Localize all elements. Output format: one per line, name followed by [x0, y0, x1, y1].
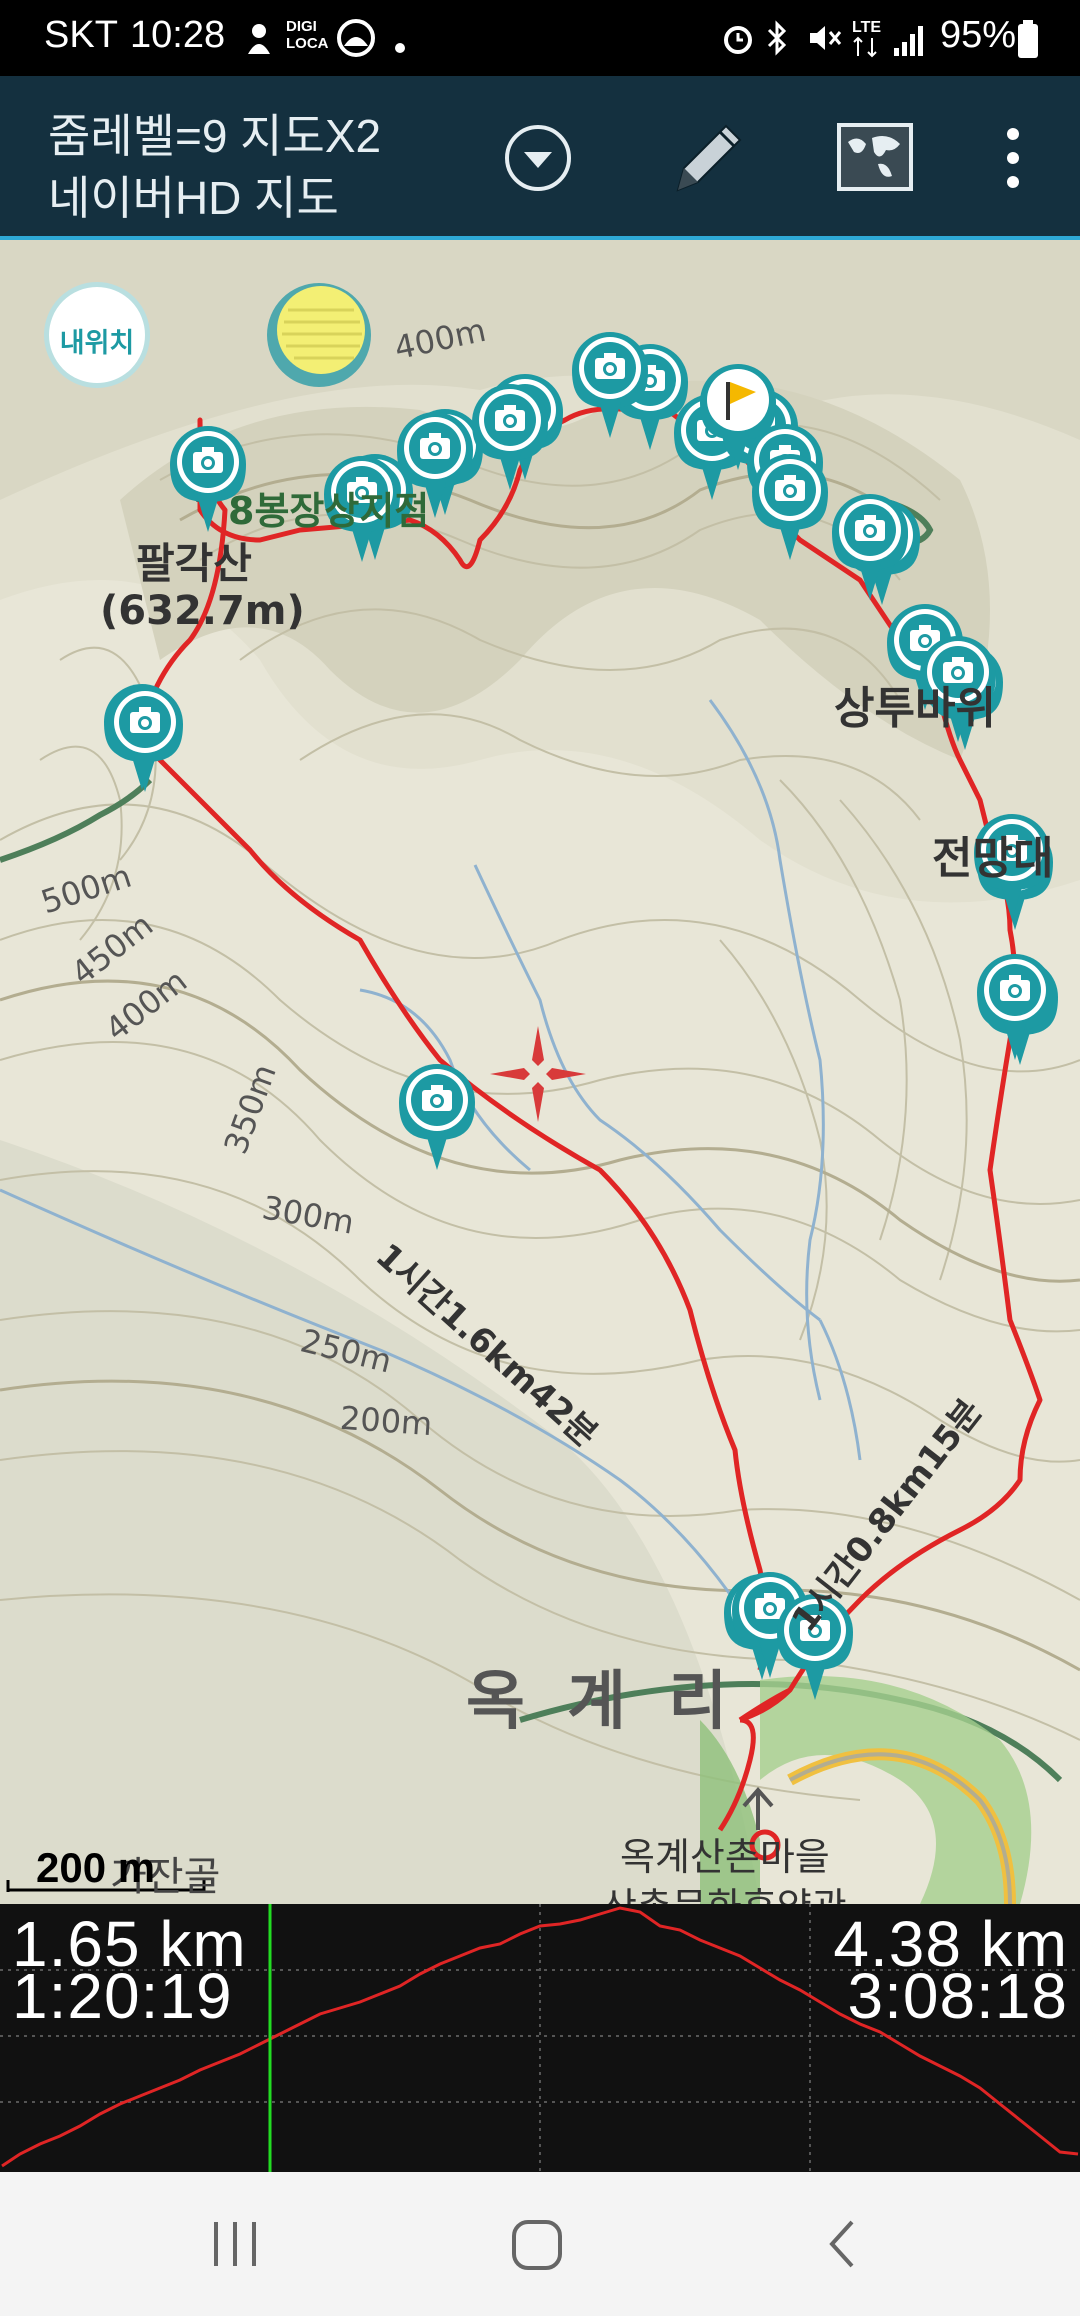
recent-apps-icon[interactable] — [208, 2220, 262, 2268]
zoom-level-label: 줌레벨=9 지도X2 — [48, 110, 382, 162]
scale-label: 200 m — [36, 1844, 156, 1891]
battery-icon — [1018, 20, 1038, 58]
elevation-profile[interactable]: 1.65 km 1:20:19 4.38 km 3:08:18 — [0, 1904, 1080, 2172]
contour-label: 200m — [338, 1398, 434, 1444]
system-nav-bar — [0, 2172, 1080, 2316]
svg-text:LTE: LTE — [852, 19, 881, 36]
app-badge: DIGI LOCA — [286, 18, 329, 52]
peak-name-label: 팔각산 — [136, 539, 252, 588]
pencil-icon[interactable] — [664, 112, 750, 202]
total-time: 3:08:18 — [847, 1960, 1068, 2032]
viewpoint-label: 전망대 — [932, 833, 1054, 884]
carrier-label: SKT — [44, 14, 118, 56]
mute-icon — [810, 26, 842, 50]
weather-icon — [337, 19, 375, 57]
world-map-icon[interactable] — [836, 122, 914, 192]
map-source-label: 네이버HD 지도 — [48, 172, 339, 224]
facility-label: 산촌문화휴양관 — [602, 1876, 847, 1904]
app-notification-icon — [248, 24, 270, 54]
trailhead-label: 옥계산촌마을 — [620, 1835, 830, 1879]
map-view[interactable]: 내위치 8봉장상지점 팔각산 (632.7m) 상투바위 전망대 옥 계 리 옥… — [0, 240, 1080, 1904]
elapsed-time: 1:20:19 — [12, 1960, 233, 2032]
bluetooth-icon — [767, 20, 787, 56]
home-icon[interactable] — [510, 2218, 564, 2272]
peak-elevation-label: (632.7m) — [100, 588, 305, 634]
my-location-button[interactable]: 내위치 — [44, 282, 150, 388]
start-point-label: 8봉장상지점 — [228, 489, 430, 533]
map-toolbar: 줌레벨=9 지도X2 네이버HD 지도 — [0, 76, 1080, 240]
clock: 10:28 — [130, 14, 226, 56]
sun-moon-toggle-icon[interactable] — [264, 280, 374, 390]
village-label: 옥 계 리 — [466, 1665, 738, 1739]
dropdown-circle-icon[interactable] — [502, 122, 574, 194]
more-vert-icon[interactable] — [996, 120, 1030, 196]
battery-percent: 95% — [940, 14, 1017, 56]
more-notifications-dot-icon — [395, 43, 405, 53]
back-icon[interactable] — [822, 2216, 862, 2272]
alarm-icon — [724, 26, 752, 54]
rock-label: 상투바위 — [834, 683, 996, 734]
status-bar: SKT 10:28 DIGI LOCA LTE 95% — [0, 0, 1080, 76]
lte-signal-icon: LTE — [852, 19, 923, 58]
my-location-label: 내위치 — [59, 328, 135, 358]
